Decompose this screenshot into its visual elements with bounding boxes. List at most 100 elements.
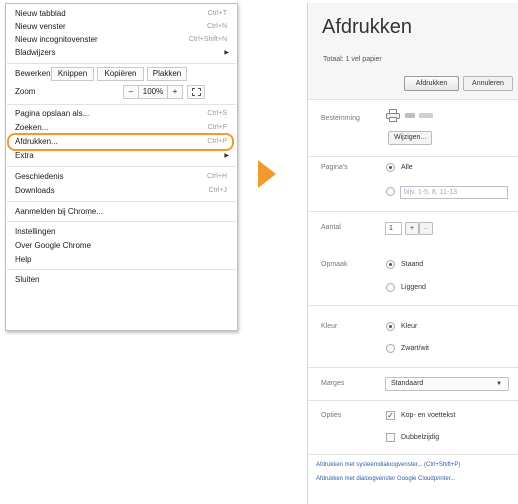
- menu-item-downloads[interactable]: Downloads Ctrl+J: [6, 185, 237, 197]
- menu-item-shortcut: Ctrl+J: [208, 187, 227, 194]
- zoom-out-button[interactable]: –: [123, 85, 139, 99]
- margins-value: Standaard: [391, 380, 424, 387]
- edit-row: Bewerken Knippen Kopiëren Plakken: [6, 66, 237, 82]
- color-bw-radio[interactable]: [386, 344, 395, 353]
- menu-item-label: Instellingen: [15, 227, 56, 236]
- fullscreen-icon: [192, 88, 201, 96]
- margins-select[interactable]: Standaard ▼: [385, 377, 509, 391]
- zoom-level: 100%: [139, 85, 167, 99]
- pages-all-radio[interactable]: [386, 163, 395, 172]
- zoom-label: Zoom: [15, 87, 36, 96]
- menu-item-label: Pagina opslaan als...: [15, 109, 90, 118]
- layout-portrait-label: Staand: [401, 261, 424, 268]
- menu-item-label: Help: [15, 255, 32, 264]
- menu-item-history[interactable]: Geschiedenis Ctrl+H: [6, 171, 237, 183]
- chrome-menu: Nieuw tabblad Ctrl+T Nieuw venster Ctrl+…: [5, 3, 238, 331]
- menu-item-signin[interactable]: Aanmelden bij Chrome...: [6, 206, 237, 218]
- menu-divider: [7, 269, 236, 270]
- system-dialog-link[interactable]: Afdrukken met systeemdialoogvenster... (…: [316, 462, 460, 468]
- dialog-title: Afdrukken: [322, 16, 413, 38]
- menu-item-label: Extra: [15, 151, 34, 160]
- pages-all-label: Alle: [401, 164, 413, 171]
- menu-item-label: Zoeken...: [15, 123, 49, 132]
- menu-divider: [7, 104, 236, 105]
- menu-item-label: Aanmelden bij Chrome...: [15, 207, 104, 216]
- printer-name-redacted: [405, 113, 415, 118]
- color-bw-label: Zwart/wit: [401, 345, 429, 352]
- zoom-in-button[interactable]: +: [167, 85, 183, 99]
- zoom-row: Zoom – 100% +: [6, 84, 237, 100]
- menu-item-new-window[interactable]: Nieuw venster Ctrl+N: [6, 21, 237, 33]
- chevron-right-icon: ▶: [224, 153, 229, 159]
- menu-item-save-page[interactable]: Pagina opslaan als... Ctrl+S: [6, 108, 237, 120]
- divider: [308, 454, 518, 455]
- menu-item-exit[interactable]: Sluiten: [6, 274, 237, 286]
- menu-divider: [7, 63, 236, 64]
- print-button[interactable]: Afdrukken: [404, 76, 459, 91]
- copies-increase-button[interactable]: +: [405, 222, 420, 235]
- copies-label: Aantal: [321, 224, 341, 231]
- menu-item-shortcut: Ctrl+S: [207, 110, 227, 117]
- options-label: Opties: [321, 412, 342, 419]
- menu-item-label: Over Google Chrome: [15, 241, 92, 250]
- menu-item-label: Nieuw venster: [15, 22, 66, 31]
- divider: [308, 400, 518, 401]
- fullscreen-button[interactable]: [187, 85, 205, 99]
- menu-item-shortcut: Ctrl+N: [206, 23, 227, 30]
- menu-item-label: Nieuw incognitovenster: [15, 35, 98, 44]
- color-color-label: Kleur: [401, 323, 418, 330]
- printer-name-redacted: [419, 113, 433, 118]
- divider: [308, 305, 518, 306]
- menu-item-settings[interactable]: Instellingen: [6, 226, 237, 238]
- cut-button[interactable]: Knippen: [51, 67, 94, 81]
- destination-label: Bestemming: [321, 115, 360, 122]
- cloud-print-link[interactable]: Afdrukken met dialoogvenster Google Clou…: [316, 476, 455, 482]
- divider: [308, 211, 518, 212]
- layout-portrait-radio[interactable]: [386, 260, 395, 269]
- settings-panel: Bestemming Wijzigen... Pagina's Alle bij…: [308, 100, 518, 504]
- layout-landscape-label: Liggend: [401, 284, 426, 291]
- menu-item-label: Geschiedenis: [15, 172, 64, 181]
- duplex-label: Dubbelzijdig: [401, 434, 440, 441]
- menu-item-shortcut: Ctrl+H: [206, 173, 227, 180]
- menu-item-tools[interactable]: Extra ▶: [6, 150, 237, 162]
- menu-divider: [7, 166, 236, 167]
- duplex-checkbox[interactable]: [386, 433, 395, 442]
- copies-decrease-button[interactable]: –: [419, 222, 433, 235]
- chevron-right-icon: ▶: [224, 50, 229, 56]
- menu-item-label: Downloads: [15, 186, 55, 195]
- change-destination-button[interactable]: Wijzigen...: [388, 131, 433, 145]
- headers-footers-label: Kop- en voettekst: [401, 412, 456, 419]
- headers-footers-checkbox[interactable]: ✓: [386, 411, 395, 420]
- chevron-down-icon: ▼: [496, 381, 502, 387]
- pages-label: Pagina's: [321, 164, 348, 171]
- cancel-button[interactable]: Annuleren: [463, 76, 513, 91]
- print-item-highlight: [7, 133, 234, 151]
- pages-range-radio[interactable]: [386, 187, 395, 196]
- menu-item-shortcut: Ctrl+T: [207, 10, 227, 17]
- pages-range-input[interactable]: bijv. 1-5, 8, 11-13: [400, 186, 508, 199]
- menu-item-label: Nieuw tabblad: [15, 9, 66, 18]
- divider: [308, 367, 518, 368]
- paste-button[interactable]: Plakken: [147, 67, 187, 81]
- layout-label: Opmaak: [321, 261, 348, 268]
- layout-landscape-radio[interactable]: [386, 283, 395, 292]
- menu-item-shortcut: Ctrl+Shift+N: [188, 36, 227, 43]
- menu-item-label: Sluiten: [15, 275, 40, 284]
- margins-label: Marges: [321, 380, 345, 387]
- color-label: Kleur: [321, 323, 338, 330]
- sheet-total: Totaal: 1 vel papier: [323, 56, 382, 63]
- print-dialog: Afdrukken Totaal: 1 vel papier Afdrukken…: [307, 3, 518, 504]
- menu-item-bookmarks[interactable]: Bladwijzers ▶: [6, 47, 237, 59]
- menu-item-help[interactable]: Help: [6, 254, 237, 266]
- copies-input[interactable]: 1: [385, 222, 402, 235]
- menu-item-new-incognito[interactable]: Nieuw incognitovenster Ctrl+Shift+N: [6, 34, 237, 46]
- menu-item-new-tab[interactable]: Nieuw tabblad Ctrl+T: [6, 8, 237, 20]
- menu-item-about[interactable]: Over Google Chrome: [6, 240, 237, 252]
- menu-divider: [7, 201, 236, 202]
- copy-button[interactable]: Kopiëren: [97, 67, 144, 81]
- orange-right-arrow-icon: [258, 160, 276, 188]
- menu-item-label: Bladwijzers: [15, 48, 56, 57]
- divider: [308, 156, 518, 157]
- color-color-radio[interactable]: [386, 322, 395, 331]
